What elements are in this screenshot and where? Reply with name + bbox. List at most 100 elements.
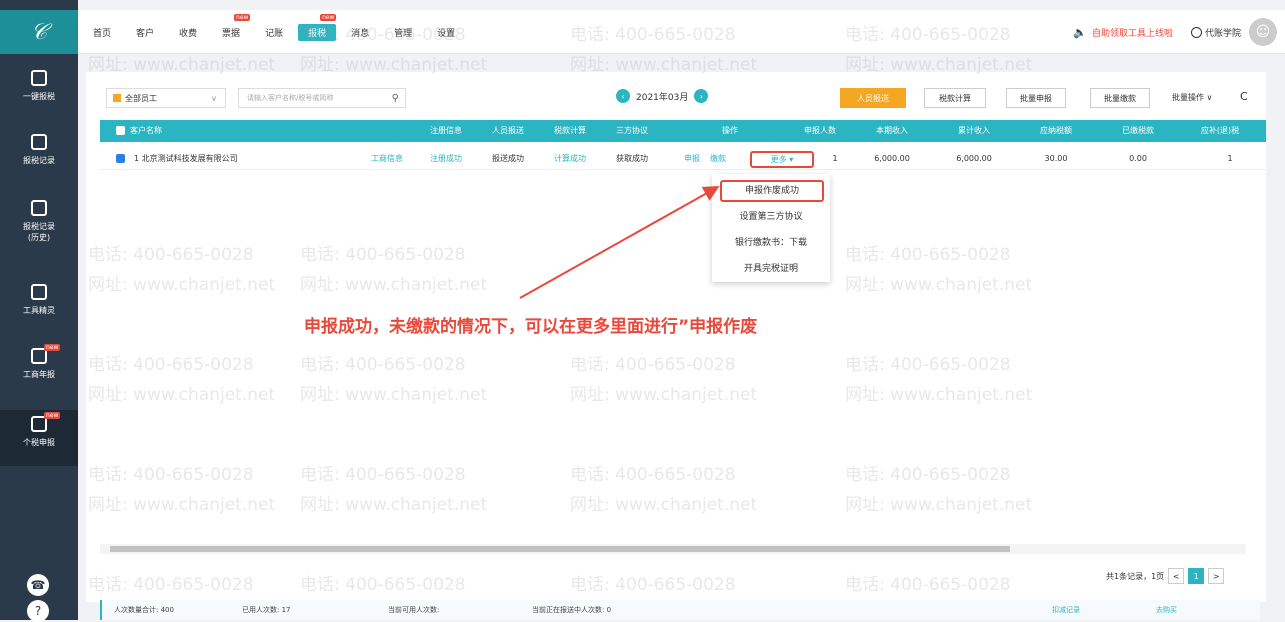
customer-search-input[interactable]: 请输入客户名称/税号或简称 ⚲ bbox=[238, 88, 406, 108]
nav-management[interactable]: 管理 bbox=[384, 24, 422, 41]
next-page-button[interactable]: > bbox=[1208, 568, 1225, 584]
col-current-income: 本期收入 bbox=[876, 126, 908, 135]
sidebar: 𝒞 一键报税 报税记录 报税记录(历史) 工具精灵 new 工商年报 new 个… bbox=[0, 0, 78, 622]
new-badge: new bbox=[44, 412, 61, 419]
personnel-submit-button[interactable]: 人员报送 bbox=[840, 88, 906, 108]
new-badge: new bbox=[320, 13, 337, 21]
monitor-icon bbox=[31, 70, 47, 86]
deduction-record-link[interactable]: 扣减记录 bbox=[1052, 605, 1080, 615]
sidebar-item-one-click-tax[interactable]: 一键报税 bbox=[0, 70, 78, 116]
horizontal-scrollbar[interactable] bbox=[100, 544, 1246, 554]
nav-home[interactable]: 首页 bbox=[83, 24, 121, 41]
search-placeholder: 请输入客户名称/税号或简称 bbox=[247, 94, 334, 102]
nav-settings[interactable]: 设置 bbox=[427, 24, 465, 41]
nav-label: 记账 bbox=[265, 28, 284, 39]
used-people: 已用人次数: 17 bbox=[242, 606, 291, 614]
col-operation: 操作 bbox=[722, 126, 738, 135]
phone-icon[interactable]: ☎ bbox=[27, 574, 49, 596]
in-declare-people: 当前正在报送中人次数: 0 bbox=[532, 606, 612, 614]
more-dropdown-menu: 申报作废成功 设置第三方协议 银行缴款书：下载 开具完税证明 bbox=[712, 174, 830, 282]
col-tax-refund: 应补(退)税 bbox=[1200, 126, 1240, 135]
nav-messages[interactable]: 消息 bbox=[341, 24, 379, 41]
col-declare-count: 申报人数 bbox=[804, 126, 836, 135]
sidebar-item-label: 工具精灵 bbox=[23, 306, 55, 315]
employee-select[interactable]: 全部员工 ∨ bbox=[106, 88, 226, 108]
nav-customers[interactable]: 客户 bbox=[126, 24, 164, 41]
toolbar: 全部员工 ∨ 请输入客户名称/税号或简称 ⚲ ‹ 2021年03月 › 人员报送… bbox=[100, 88, 1260, 110]
sidebar-item-annual-report[interactable]: new 工商年报 bbox=[0, 344, 78, 394]
self-service-tool-link[interactable]: 🔈 自助领取工具上线啦 bbox=[1073, 26, 1173, 39]
tool-link-label: 自助领取工具上线啦 bbox=[1091, 28, 1173, 39]
nav-billing[interactable]: 收费 bbox=[169, 24, 207, 41]
pagination-total: 共1条记录，1页 bbox=[1106, 571, 1165, 581]
logo-icon: 𝒞 bbox=[30, 19, 48, 45]
col-tripartite: 三方协议 bbox=[616, 126, 648, 135]
buy-link[interactable]: 去购买 bbox=[1156, 605, 1177, 615]
tax-paid: 0.00 bbox=[1129, 154, 1147, 163]
col-registration: 注册信息 bbox=[430, 126, 462, 135]
avatar[interactable]: ☺ bbox=[1249, 18, 1277, 46]
play-circle-icon bbox=[1190, 26, 1202, 38]
next-period-icon[interactable]: › bbox=[694, 89, 709, 103]
tripartite-status: 获取成功 bbox=[616, 154, 648, 163]
menu-item-download-bank-slip[interactable]: 银行缴款书：下载 bbox=[712, 232, 830, 254]
refresh-icon[interactable]: C bbox=[1240, 90, 1248, 103]
scrollbar-thumb[interactable] bbox=[110, 546, 1010, 552]
sidebar-item-personal-tax[interactable]: new 个税申报 bbox=[0, 410, 78, 466]
col-customer-name: 客户名称 bbox=[130, 126, 162, 135]
batch-declare-button[interactable]: 批量申报 bbox=[1006, 88, 1066, 108]
help-icon[interactable]: ? bbox=[27, 600, 49, 622]
speaker-icon: 🔈 bbox=[1073, 25, 1087, 39]
usage-footer: 人次数量合计: 400 已用人次数: 17 当前可用人次数: 当前正在报送中人次… bbox=[100, 600, 1260, 620]
declare-link[interactable]: 申报 bbox=[680, 148, 704, 170]
col-tax-due: 应纳税额 bbox=[1040, 126, 1072, 135]
batch-pay-button[interactable]: 批量缴款 bbox=[1090, 88, 1150, 108]
more-dropdown-button[interactable]: 更多 ▾ bbox=[750, 151, 814, 168]
col-cum-income: 累计收入 bbox=[958, 126, 990, 135]
select-all-checkbox[interactable] bbox=[116, 126, 125, 135]
academy-link[interactable]: 代账学院 bbox=[1190, 26, 1241, 39]
nav-tax[interactable]: 报税 new bbox=[298, 13, 337, 41]
menu-item-set-tripartite[interactable]: 设置第三方协议 bbox=[712, 206, 830, 228]
current-income: 6,000.00 bbox=[874, 154, 910, 163]
academy-label: 代账学院 bbox=[1204, 28, 1241, 39]
registration-status[interactable]: 注册成功 bbox=[416, 148, 476, 170]
tax-calc-status[interactable]: 计算成功 bbox=[540, 148, 600, 170]
app-logo[interactable]: 𝒞 bbox=[0, 10, 78, 54]
nav-bookkeeping[interactable]: 记账 bbox=[255, 24, 293, 41]
menu-item-cancel-declaration[interactable]: 申报作废成功 bbox=[720, 180, 824, 202]
period-switcher: ‹ 2021年03月 › bbox=[616, 89, 709, 103]
top-navigation-bar: 首页 客户 收费 票据 new 记账 报税 new 消息 管理 设置 🔈 自助领取工具… bbox=[78, 10, 1285, 54]
tax-due: 30.00 bbox=[1044, 154, 1068, 163]
employee-checkbox bbox=[113, 94, 121, 102]
sidebar-item-label: 个税申报 bbox=[23, 438, 55, 447]
sidebar-item-label: 一键报税 bbox=[23, 92, 55, 101]
total-people: 人次数量合计: 400 bbox=[114, 606, 174, 614]
prev-page-button[interactable]: < bbox=[1168, 568, 1185, 584]
toolbox-icon bbox=[31, 284, 47, 300]
history-document-icon bbox=[31, 200, 47, 216]
search-icon[interactable]: ⚲ bbox=[392, 93, 399, 104]
menu-item-tax-certificate[interactable]: 开具完税证明 bbox=[712, 258, 830, 280]
cumulative-income: 6,000.00 bbox=[956, 154, 992, 163]
top-nav: 首页 客户 收费 票据 new 记账 报税 new 消息 管理 设置 bbox=[78, 10, 465, 54]
col-tax-paid: 已缴税款 bbox=[1122, 126, 1154, 135]
period-label: 2021年03月 bbox=[636, 92, 689, 103]
tax-calc-button[interactable]: 税款计算 bbox=[924, 88, 986, 108]
sidebar-item-tax-records[interactable]: 报税记录 bbox=[0, 134, 78, 180]
prev-period-icon[interactable]: ‹ bbox=[616, 89, 630, 103]
batch-operation-menu[interactable]: 批量操作 ∨ bbox=[1172, 92, 1212, 103]
row-checkbox[interactable] bbox=[116, 154, 125, 163]
page-1-button[interactable]: 1 bbox=[1188, 568, 1205, 584]
available-people: 当前可用人次数: bbox=[388, 606, 440, 614]
sidebar-item-tax-records-history[interactable]: 报税记录(历史) bbox=[0, 200, 78, 258]
declare-count: 1 bbox=[832, 154, 838, 163]
business-info-link[interactable]: 工商信息 bbox=[362, 148, 412, 170]
table-header: 客户名称 注册信息 人员报送 税款计算 三方协议 操作 申报人数 本期收入 累计… bbox=[100, 120, 1266, 142]
pagination: 共1条记录，1页 < 1 > bbox=[1106, 568, 1225, 584]
nav-receipts[interactable]: 票据 new bbox=[212, 13, 251, 41]
pay-link[interactable]: 缴款 bbox=[706, 148, 730, 170]
sidebar-item-tool-wizard[interactable]: 工具精灵 bbox=[0, 284, 78, 330]
col-tax-calc: 税款计算 bbox=[554, 126, 586, 135]
main-panel: 全部员工 ∨ 请输入客户名称/税号或简称 ⚲ ‹ 2021年03月 › 人员报送… bbox=[86, 72, 1266, 602]
